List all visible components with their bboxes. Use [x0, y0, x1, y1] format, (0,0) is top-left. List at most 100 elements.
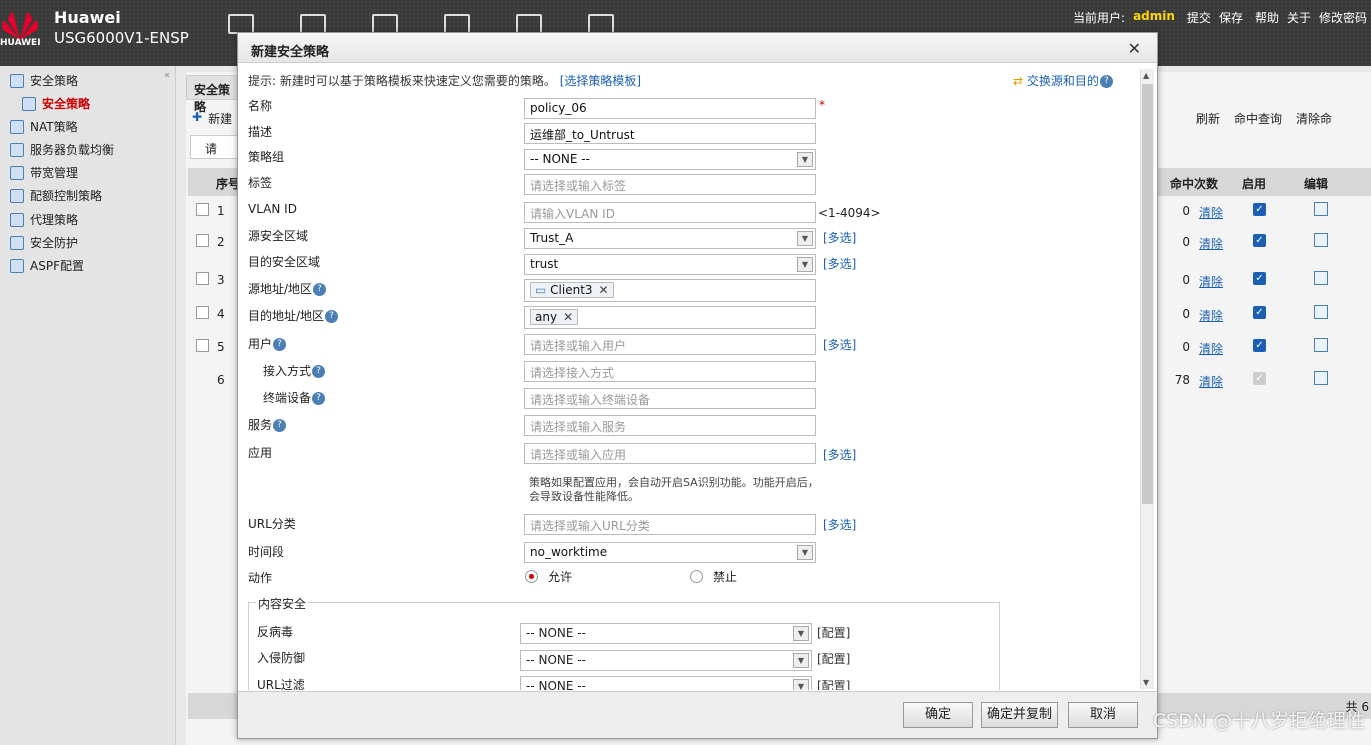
access-input[interactable]: 请选择接入方式: [524, 361, 816, 382]
ok-button[interactable]: 确定: [903, 702, 973, 728]
antivirus-select[interactable]: -- NONE -- ▼: [520, 623, 812, 644]
help-icon[interactable]: ?: [273, 338, 287, 351]
help-icon[interactable]: ?: [313, 283, 327, 296]
ips-select[interactable]: -- NONE -- ▼: [520, 650, 812, 671]
antivirus-config-link[interactable]: [配置]: [817, 624, 850, 641]
chevron-down-icon[interactable]: ▼: [793, 679, 809, 690]
chevron-down-icon[interactable]: ▼: [797, 231, 813, 246]
edit-icon[interactable]: [1314, 233, 1328, 247]
sidebar-item-nat[interactable]: NAT策略: [10, 118, 78, 135]
url-multi-link[interactable]: [多选]: [823, 516, 856, 533]
enabled-checkbox[interactable]: ✓: [1253, 272, 1266, 285]
app-input[interactable]: 请选择或输入应用: [524, 443, 816, 464]
name-input[interactable]: policy_06: [524, 98, 816, 119]
scroll-thumb[interactable]: [1142, 84, 1153, 504]
sidebar-item-proxy[interactable]: 代理策略: [10, 211, 78, 228]
new-button[interactable]: 新建: [208, 110, 232, 127]
sidebar-item-protection[interactable]: 安全防护: [10, 234, 78, 251]
sidebar-item-security-policy-group[interactable]: 安全策略: [10, 72, 78, 89]
scroll-up-icon[interactable]: ▲: [1143, 71, 1149, 80]
chevron-down-icon[interactable]: ▼: [793, 626, 809, 641]
cancel-button[interactable]: 取消: [1068, 702, 1138, 728]
help-icon[interactable]: ?: [1099, 75, 1113, 88]
row-checkbox[interactable]: [196, 339, 209, 352]
edit-icon[interactable]: [1314, 305, 1328, 319]
dst-zone-select[interactable]: trust ▼: [524, 254, 816, 275]
device-input[interactable]: 请选择或输入终端设备: [524, 388, 816, 409]
edit-icon[interactable]: [1314, 371, 1328, 385]
clear-link[interactable]: 清除: [1199, 235, 1223, 252]
chevron-down-icon[interactable]: ▼: [793, 653, 809, 668]
clear-link[interactable]: 清除: [1199, 204, 1223, 221]
network-icon[interactable]: [516, 14, 542, 34]
collapse-sidebar-icon[interactable]: «: [164, 70, 170, 81]
about-link[interactable]: 关于: [1287, 9, 1311, 26]
desc-input[interactable]: 运维部_to_Untrust: [524, 123, 816, 144]
group-select[interactable]: -- NONE -- ▼: [524, 149, 816, 170]
policy-module-icon[interactable]: [372, 14, 398, 34]
change-password-link[interactable]: 修改密码: [1319, 9, 1367, 26]
row-checkbox[interactable]: [196, 203, 209, 216]
save-link[interactable]: 保存: [1219, 9, 1243, 26]
sidebar-item-slb[interactable]: 服务器负载均衡: [10, 141, 114, 158]
help-icon[interactable]: ?: [312, 392, 326, 405]
help-icon[interactable]: ?: [325, 310, 339, 323]
row-checkbox[interactable]: [196, 272, 209, 285]
tag-input[interactable]: 请选择或输入标签: [524, 174, 816, 195]
close-icon[interactable]: ✕: [1128, 39, 1141, 58]
help-icon[interactable]: ?: [273, 419, 287, 432]
sidebar-item-aspf[interactable]: ASPF配置: [10, 257, 84, 274]
action-deny-radio[interactable]: 禁止: [690, 568, 737, 585]
service-input[interactable]: 请选择或输入服务: [524, 415, 816, 436]
time-select[interactable]: no_worktime ▼: [524, 542, 816, 563]
user-input[interactable]: 请选择或输入用户: [524, 334, 816, 355]
remove-tag-icon[interactable]: ✕: [599, 283, 609, 297]
object-icon[interactable]: [444, 14, 470, 34]
url-filter-select[interactable]: -- NONE -- ▼: [520, 676, 812, 690]
clear-link[interactable]: 清除: [1199, 373, 1223, 390]
src-addr-input[interactable]: ▭ Client3 ✕: [524, 279, 816, 302]
chevron-down-icon[interactable]: ▼: [797, 152, 813, 167]
clear-link[interactable]: 清除: [1199, 340, 1223, 357]
row-checkbox[interactable]: [196, 306, 209, 319]
sidebar-item-security-policy[interactable]: 安全策略: [22, 95, 90, 112]
ips-config-link[interactable]: [配置]: [817, 650, 850, 667]
dst-addr-input[interactable]: any ✕: [524, 306, 816, 329]
chevron-down-icon[interactable]: ▼: [797, 545, 813, 560]
edit-icon[interactable]: [1314, 202, 1328, 216]
action-allow-radio[interactable]: 允许: [525, 568, 572, 585]
submit-link[interactable]: 提交: [1187, 9, 1211, 26]
row-checkbox[interactable]: [196, 234, 209, 247]
ok-and-copy-button[interactable]: 确定并复制: [981, 702, 1058, 728]
src-zone-multi-link[interactable]: [多选]: [823, 229, 856, 246]
enabled-checkbox[interactable]: ✓: [1253, 234, 1266, 247]
help-link[interactable]: 帮助: [1255, 9, 1279, 26]
vlan-input[interactable]: 请输入VLAN ID: [524, 202, 816, 223]
chevron-down-icon[interactable]: ▼: [797, 257, 813, 272]
dialog-scrollbar[interactable]: ▲ ▼: [1140, 69, 1154, 689]
url-filter-config-link[interactable]: [配置]: [817, 677, 850, 690]
url-input[interactable]: 请选择或输入URL分类: [524, 514, 816, 535]
enabled-checkbox[interactable]: ✓: [1253, 203, 1266, 216]
remove-tag-icon[interactable]: ✕: [563, 310, 573, 324]
system-icon[interactable]: [588, 14, 614, 34]
app-multi-link[interactable]: [多选]: [823, 446, 856, 463]
swap-src-dst-link[interactable]: ⇄ 交换源和目的?: [1013, 72, 1113, 89]
clear-link[interactable]: 清除: [1199, 273, 1223, 290]
src-zone-select[interactable]: Trust_A ▼: [524, 228, 816, 249]
refresh-button[interactable]: 刷新: [1196, 110, 1220, 127]
clear-link[interactable]: 清除: [1199, 307, 1223, 324]
edit-icon[interactable]: [1314, 271, 1328, 285]
help-icon[interactable]: ?: [312, 365, 326, 378]
clear-hits-button[interactable]: 清除命: [1296, 110, 1332, 127]
monitor-icon[interactable]: [300, 14, 326, 34]
edit-icon[interactable]: [1314, 338, 1328, 352]
user-multi-link[interactable]: [多选]: [823, 336, 856, 353]
dashboard-icon[interactable]: [228, 14, 254, 34]
scroll-down-icon[interactable]: ▼: [1143, 678, 1149, 687]
dst-zone-multi-link[interactable]: [多选]: [823, 255, 856, 272]
sidebar-item-bandwidth[interactable]: 带宽管理: [10, 164, 78, 181]
enabled-checkbox[interactable]: ✓: [1253, 306, 1266, 319]
hit-query-button[interactable]: 命中查询: [1234, 110, 1282, 127]
enabled-checkbox[interactable]: ✓: [1253, 339, 1266, 352]
